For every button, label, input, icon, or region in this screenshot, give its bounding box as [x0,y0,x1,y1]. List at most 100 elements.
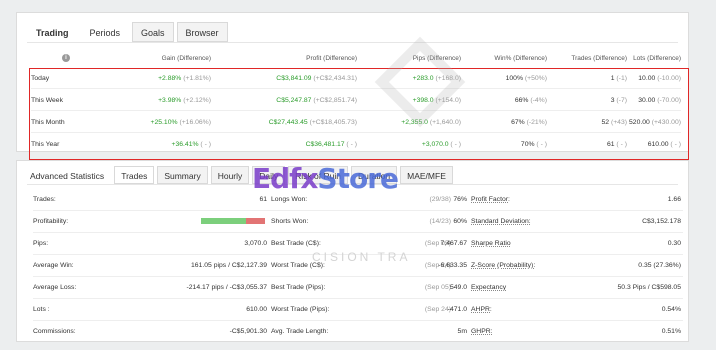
tabs-divider [27,42,678,43]
stat-label: Trades: [33,196,56,203]
tab-hourly[interactable]: Hourly [210,166,250,184]
pips-cell: +2,355.0 (+1,640.0) [401,118,461,126]
table-row: Today +2.88% (+1.81%) C$3,841.09 (+C$2,4… [31,68,681,89]
stat-label: Lots : [33,306,50,313]
profit-cell: C$5,247.87 (+C$2,851.74) [276,96,357,104]
stat-note: (Sep 05) [424,284,451,291]
stat-value: -471.0 [447,306,467,313]
gain-cell: +3.98% (+2.12%) [158,96,211,104]
period-label: Today [31,74,50,82]
stats-table: Trades: 61 Longs Won: (29/38) 76% Profit… [33,189,683,343]
tab-mae-mfe[interactable]: MAE/MFE [400,166,453,184]
stat-label-ghpr[interactable]: GHPR: [471,328,493,335]
stat-label: Average Win: [33,262,74,269]
stat-value: 0.51% [661,328,681,335]
gain-cell: +36.41% ( - ) [171,141,212,148]
lots-cell: 610.00 ( - ) [647,141,681,148]
table-row: This Week +3.98% (+2.12%) C$5,247.87 (+C… [31,90,681,111]
stat-label-profit-factor[interactable]: Profit Factor: [471,196,510,203]
tab-periods[interactable]: Periods [80,22,130,42]
stat-label: Worst Trade (Pips): [271,306,330,313]
col-profit: Profit (Difference) [306,54,357,62]
stat-label: Longs Won: [271,196,308,203]
trades-cell: 61 ( - ) [606,141,627,148]
table-row: This Month +25.10% (+16.06%) C$27,443.45… [31,112,681,133]
info-cell: i [31,54,101,62]
stat-value: 0.35 (27.36%) [638,262,681,269]
stat-row: Lots : 610.00 Worst Trade (Pips): (Sep 2… [33,299,683,321]
tab-trades[interactable]: Trades [114,166,155,184]
stat-value: 0.54% [661,306,681,313]
stat-value: 610.00 [246,306,267,313]
stat-label-ahpr[interactable]: AHPR: [471,306,492,313]
stat-label: Best Trade (C$): [271,240,321,247]
stat-value: 3,070.0 [244,240,267,247]
tab-advanced-statistics[interactable]: Advanced Statistics [27,166,112,184]
stat-label: Commissions: [33,328,76,335]
top-tabs: Trading Periods Goals Browser [27,22,228,42]
profitability-loss-segment [245,218,265,224]
stat-label: Average Loss: [33,284,77,291]
stat-label-expectancy[interactable]: Expectancy [471,284,506,291]
stat-value: -214.17 pips / -C$3,055.37 [186,284,267,291]
stat-value: 1.66 [667,196,681,203]
stat-value: 76% [453,196,467,203]
stat-value: -C$5,901.30 [229,328,267,335]
stat-label: Profitability: [33,218,69,225]
col-lots: Lots (Difference) [633,54,681,62]
trades-cell: 3 (-7) [610,96,627,104]
tab-goals[interactable]: Goals [132,22,174,42]
stat-label-standard-deviation[interactable]: Standard Deviation: [471,218,531,225]
profit-cell: C$36,481.17 ( - ) [305,141,357,148]
periods-card: Trading Periods Goals Browser i Gain (Di… [16,12,689,160]
trades-cell: 52 (+43) [601,118,627,126]
stat-row: Trades: 61 Longs Won: (29/38) 76% Profit… [33,189,683,211]
tab-risk-of-ruin[interactable]: Risk of Ruin [288,166,348,184]
stat-label: Shorts Won: [271,218,309,225]
stat-label-z-score[interactable]: Z-Score (Probability): [471,262,535,269]
perf-table-header: i Gain (Difference) Profit (Difference) … [31,51,681,65]
stat-value: 7,467.67 [440,240,467,247]
period-label: This Month [31,118,65,126]
col-gain: Gain (Difference) [161,54,211,62]
stat-value: 549.0 [449,284,467,291]
win-cell: 70% ( - ) [520,141,547,148]
watermark-subtext: CISION TRA [312,250,411,264]
stat-value: -6,633.35 [438,262,467,269]
period-label: This Week [31,96,63,104]
stat-value: 5m [457,328,467,335]
stat-row: Commissions: -C$5,901.30 Avg. Trade Leng… [33,321,683,343]
stat-row: Average Loss: -214.17 pips / -C$3,055.37… [33,277,683,299]
stat-row: Profitability: Shorts Won: (14/23) 60% S… [33,211,683,233]
stat-tabs-divider [27,184,678,185]
profit-cell: C$27,443.45 (+C$18,405.73) [268,118,357,126]
tab-trading[interactable]: Trading [27,22,78,42]
tab-browser[interactable]: Browser [176,22,228,42]
stat-value: 61 [259,196,267,203]
profitability-bar [201,218,265,224]
period-label: This Year [31,141,60,148]
stat-value: 60% [453,218,467,225]
table-row: This Year +36.41% ( - ) C$36,481.17 ( - … [31,134,681,155]
stat-label: Best Trade (Pips): [271,284,326,291]
stat-label-sharpe-ratio[interactable]: Sharpe Ratio [471,240,511,247]
tab-duration[interactable]: Duration [351,166,398,184]
stat-value: 161.05 pips / C$2,127.39 [191,262,267,269]
info-icon[interactable]: i [62,54,70,62]
lots-cell: 30.00 (-70.00) [638,96,681,104]
col-trades: Trades (Difference) [571,54,627,62]
tab-daily[interactable]: Daily [252,166,286,184]
stat-label: Avg. Trade Length: [271,328,329,335]
win-cell: 100% (+50%) [505,74,547,82]
stat-note: (14/23) [429,218,451,225]
trades-cell: 1 (-1) [610,74,627,82]
stat-value: 0.30 [667,240,681,247]
stat-tabs: Advanced Statistics Trades Summary Hourl… [27,166,453,184]
stat-note: (29/38) [429,196,451,203]
stat-label: Pips: [33,240,49,247]
stat-value: 50.3 Pips / C$598.05 [617,284,681,291]
col-win: Win% (Difference) [494,54,547,62]
profitability-win-segment [201,218,246,224]
lots-cell: 10.00 (-10.00) [638,74,681,82]
tab-summary[interactable]: Summary [157,166,208,184]
